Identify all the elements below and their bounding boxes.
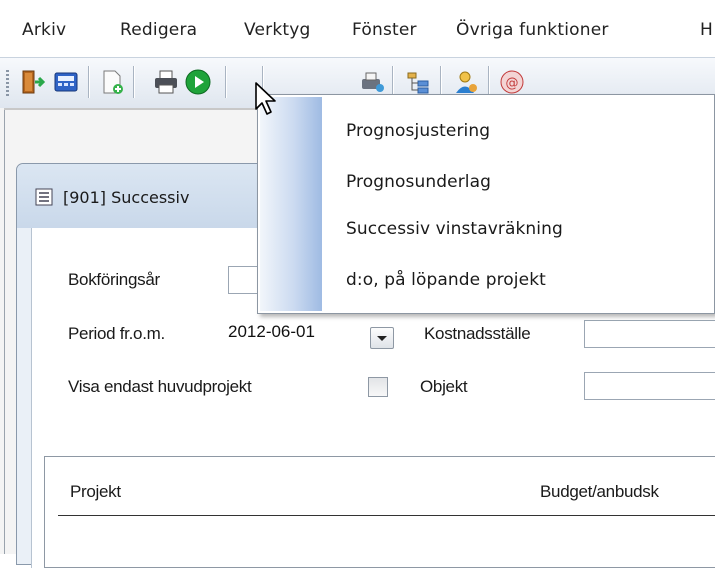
visa-huvudprojekt-label: Visa endast huvudprojekt (68, 377, 252, 396)
svg-text:@: @ (506, 76, 519, 91)
period-from-label: Period fr.o.m. (68, 324, 165, 343)
kostnadsstalle-label: Kostnadsställe (424, 324, 531, 343)
grid-header-divider (58, 515, 715, 516)
email-icon[interactable]: @ (498, 68, 526, 96)
toolbar-separator (225, 66, 226, 98)
calculator-icon[interactable] (52, 68, 80, 96)
run-green-icon[interactable] (184, 68, 212, 96)
menu-ovriga-funktioner[interactable]: Övriga funktioner (456, 20, 609, 40)
exit-door-icon[interactable] (18, 68, 46, 96)
bokforingsar-label: Bokföringsår (68, 270, 160, 289)
period-dropdown-button[interactable] (370, 327, 394, 349)
toolbar-separator (88, 66, 89, 98)
form-icon (35, 188, 53, 206)
grid-header-budget[interactable]: Budget/anbudsk (540, 482, 659, 502)
menu-fonster[interactable]: Fönster (352, 20, 417, 40)
workspace-left-border (4, 110, 5, 554)
objekt-input[interactable] (584, 372, 715, 400)
print-dropdown-menu: Prognosjustering Prognosunderlag Success… (257, 94, 715, 314)
menu-item-prognosjustering[interactable]: Prognosjustering (346, 121, 490, 141)
print-icon[interactable] (152, 68, 180, 96)
printer-setup-icon[interactable] (358, 68, 386, 96)
menu-item-successiv-vinstavrakning[interactable]: Successiv vinstavräkning (346, 219, 563, 239)
period-from-input[interactable]: 2012-06-01 (224, 320, 370, 348)
menu-icon-strip (260, 97, 322, 311)
kostnadsstalle-input[interactable] (584, 320, 715, 348)
menu-bar: Arkiv Redigera Verktyg Fönster Övriga fu… (0, 0, 715, 56)
menu-item-prognosunderlag[interactable]: Prognosunderlag (346, 172, 491, 192)
new-document-icon[interactable] (98, 68, 126, 96)
grid-header-projekt[interactable]: Projekt (70, 482, 121, 502)
tree-icon[interactable] (404, 68, 432, 96)
menu-verktyg[interactable]: Verktyg (244, 20, 311, 40)
project-grid[interactable] (44, 456, 715, 568)
mouse-cursor-icon (255, 82, 276, 115)
menu-item-do-lopande-projekt[interactable]: d:o, på löpande projekt (346, 270, 546, 290)
menu-arkiv[interactable]: Arkiv (22, 20, 66, 40)
child-window-title: [901] Successiv (63, 188, 190, 207)
menu-hjalp[interactable]: H (700, 20, 713, 40)
menu-redigera[interactable]: Redigera (120, 20, 197, 40)
toolbar-separator (133, 66, 134, 98)
user-icon[interactable] (452, 68, 480, 96)
toolbar-grip[interactable] (6, 70, 9, 96)
visa-huvudprojekt-checkbox[interactable] (368, 377, 388, 397)
objekt-label: Objekt (420, 377, 468, 396)
